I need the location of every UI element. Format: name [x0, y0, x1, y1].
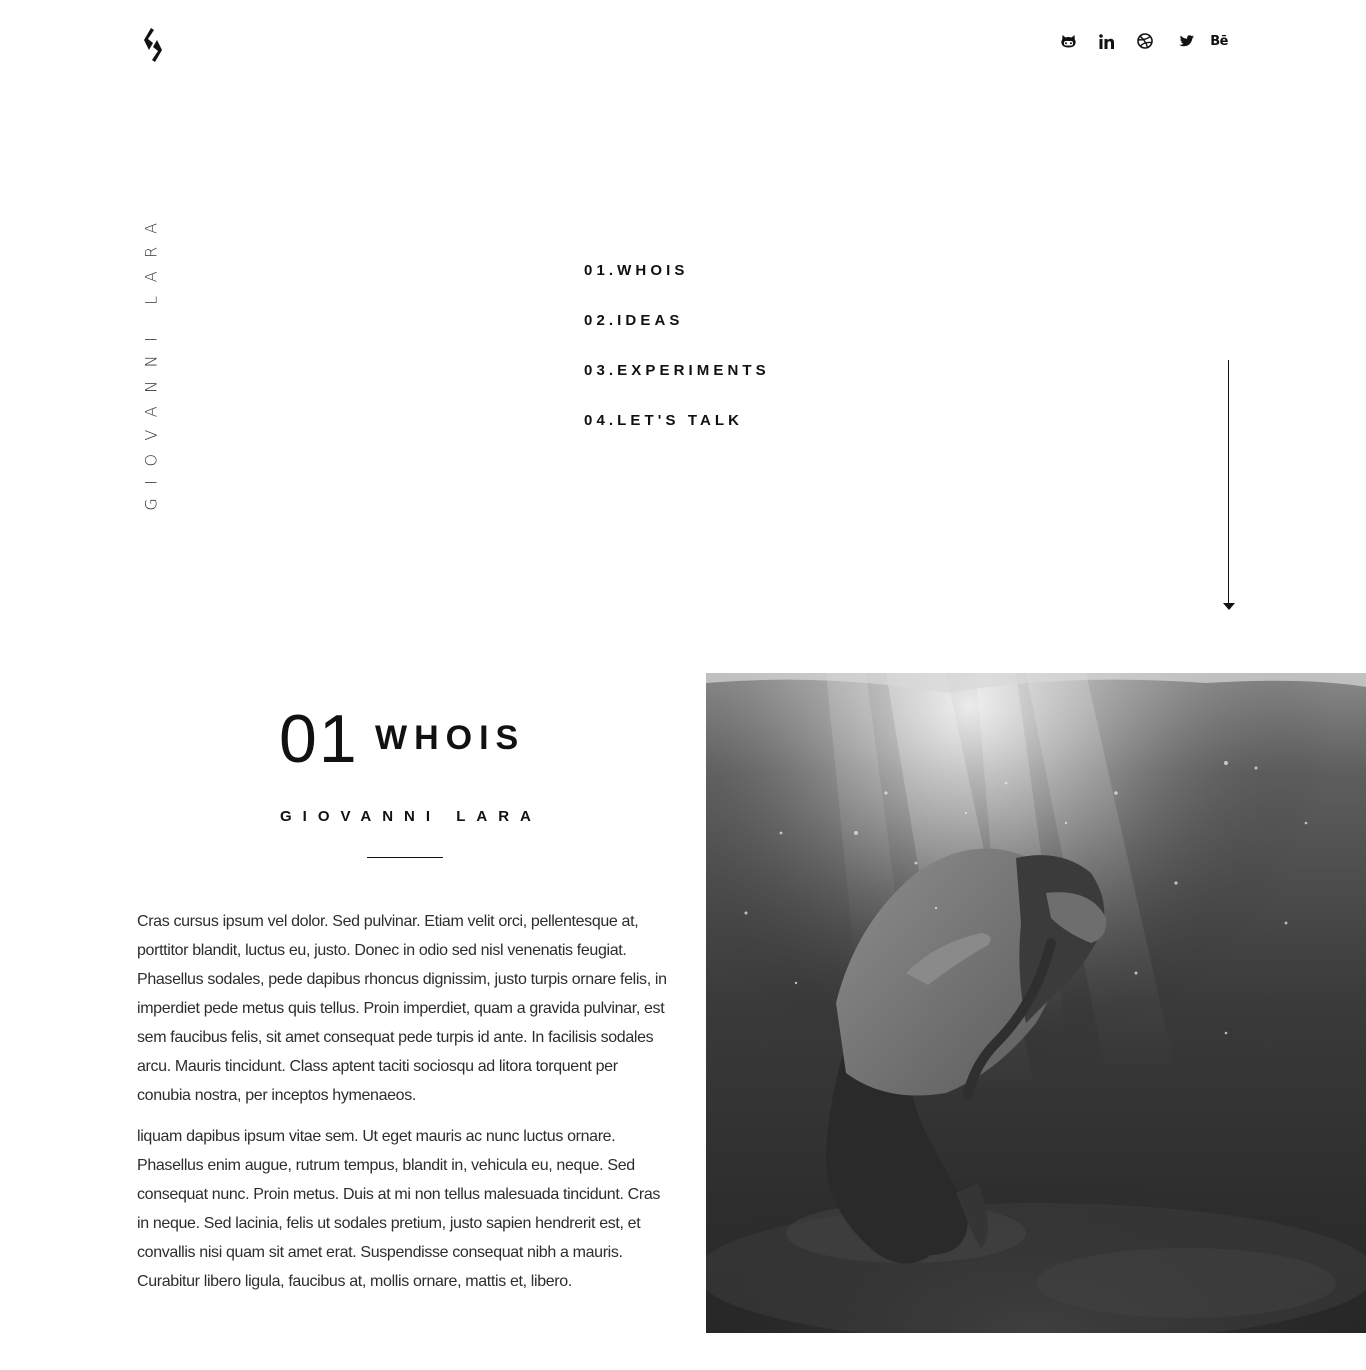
linkedin-icon — [1099, 33, 1115, 49]
nav-item-ideas[interactable]: 02.IDEAS — [584, 312, 770, 362]
section-heading: 01 WHOIS — [279, 701, 549, 777]
nav-item-whois[interactable]: 01.WHOIS — [584, 262, 770, 312]
behance-icon: Bē — [1210, 33, 1228, 49]
vertical-name: GIOVANNI LARA — [141, 209, 161, 511]
main-nav: 01.WHOIS 02.IDEAS 03.EXPERIMENTS 04.LET'… — [584, 262, 770, 462]
github-icon — [1061, 34, 1076, 47]
brand-logo[interactable] — [141, 28, 165, 62]
section-title: WHOIS — [375, 719, 526, 757]
dribbble-link[interactable] — [1137, 31, 1154, 51]
social-links: Bē — [1061, 31, 1228, 51]
underwater-figure-image — [706, 673, 1366, 1333]
bio-text: Cras cursus ipsum vel dolor. Sed pulvina… — [137, 907, 667, 1308]
nav-item-lets-talk[interactable]: 04.LET'S TALK — [584, 412, 770, 462]
linkedin-link[interactable] — [1099, 31, 1115, 51]
behance-link[interactable]: Bē — [1210, 31, 1228, 51]
logo-bolt-icon — [144, 28, 162, 62]
scroll-indicator-line[interactable] — [1228, 360, 1229, 603]
bio-paragraph: Cras cursus ipsum vel dolor. Sed pulvina… — [137, 913, 667, 1104]
twitter-link[interactable] — [1179, 31, 1195, 51]
nav-item-experiments[interactable]: 03.EXPERIMENTS — [584, 362, 770, 412]
dribbble-icon — [1137, 33, 1154, 49]
divider — [367, 857, 443, 858]
section-number: 01 — [279, 701, 359, 777]
underwater-figure-photo — [706, 673, 1366, 1333]
person-name: GIOVANNI LARA — [280, 808, 542, 825]
bio-paragraph: liquam dapibus ipsum vitae sem. Ut eget … — [137, 1128, 661, 1290]
arrow-down-icon[interactable] — [1223, 603, 1235, 610]
twitter-icon — [1179, 34, 1195, 46]
github-link[interactable] — [1061, 31, 1076, 51]
